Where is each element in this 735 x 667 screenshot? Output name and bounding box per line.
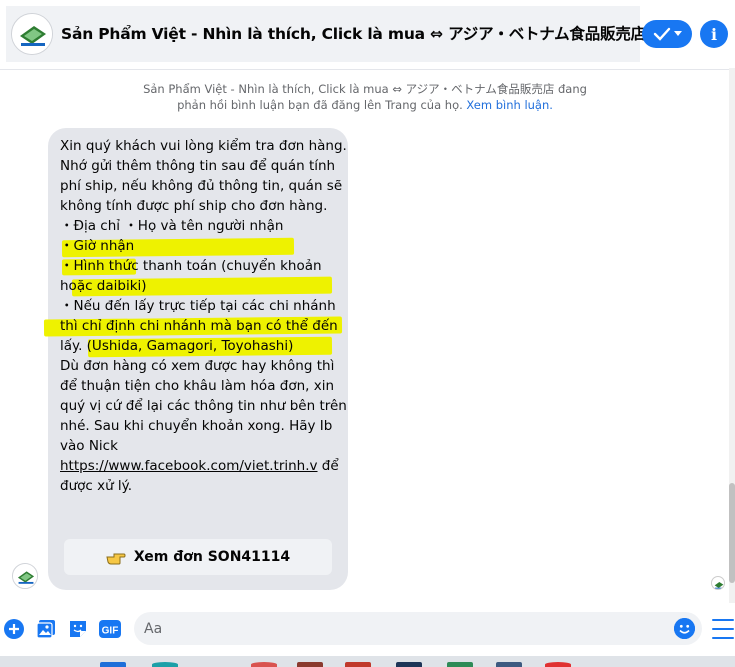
scrollbar-thumb[interactable] — [729, 483, 735, 583]
page-avatar[interactable] — [11, 13, 53, 55]
facebook-profile-link[interactable]: https://www.facebook.com/viet.trinh.v — [60, 458, 318, 474]
gif-label: GIF — [102, 626, 119, 637]
view-comment-link[interactable]: Xem bình luận. — [466, 98, 553, 112]
menu-icon-bar — [712, 637, 734, 639]
taskbar-app-icon[interactable] — [447, 662, 473, 667]
gif-icon: GIF — [99, 620, 121, 638]
add-button[interactable] — [4, 619, 24, 639]
page-logo — [13, 564, 37, 588]
taskbar-app-icon[interactable] — [100, 662, 126, 667]
scrollbar[interactable] — [729, 68, 735, 603]
taskbar-app-icon[interactable] — [251, 662, 277, 667]
message-item-pickup: ・Nếu đến lấy trực tiếp tại các chi nhánh… — [60, 298, 338, 354]
emoji-button[interactable] — [674, 618, 695, 639]
message-input[interactable] — [144, 618, 664, 640]
taskbar-app-icon[interactable] — [396, 662, 422, 667]
photo-button[interactable] — [36, 619, 56, 639]
page-logo — [12, 14, 52, 54]
page-title[interactable]: Sản Phẩm Việt - Nhìn là thích, Click là … — [61, 22, 646, 44]
mark-done-button[interactable] — [642, 20, 692, 48]
view-order-label: Xem đơn SON41114 — [133, 549, 291, 565]
message-outro: Dù đơn hàng có xem được hay không thì để… — [60, 356, 348, 496]
message-text: Xin quý khách vui lòng kiểm tra đơn hàng… — [60, 136, 348, 496]
menu-icon-bar — [712, 628, 734, 630]
message-intro: Xin quý khách vui lòng kiểm tra đơn hàng… — [60, 138, 347, 214]
message-item-time: ・Giờ nhận — [60, 238, 135, 254]
taskbar-app-icon[interactable] — [297, 662, 323, 667]
info-icon: i — [710, 24, 718, 44]
seen-avatar — [711, 576, 725, 590]
taskbar-app-icon[interactable] — [152, 662, 178, 667]
message-outro-text: Dù đơn hàng có xem được hay không thì để… — [60, 358, 347, 454]
taskbar-app-icon[interactable] — [545, 662, 571, 667]
message-item-address: ・Địa chỉ ・Họ và tên người nhận — [60, 218, 284, 234]
page-logo — [714, 582, 724, 589]
pointing-hand-icon — [106, 553, 126, 565]
info-button[interactable]: i — [700, 20, 728, 48]
menu-icon-bar — [712, 619, 734, 621]
checkmark-icon — [653, 27, 670, 41]
photo-icon — [36, 620, 55, 639]
chat-header: Sản Phẩm Việt - Nhìn là thích, Click là … — [0, 0, 735, 70]
sticker-icon — [70, 621, 86, 637]
menu-button[interactable] — [712, 619, 734, 639]
chevron-down-icon — [673, 31, 682, 36]
taskbar-app-icon[interactable] — [345, 662, 371, 667]
emoji-icon — [674, 618, 695, 639]
sender-avatar[interactable] — [12, 563, 38, 589]
message-item-payment: ・Hình thức thanh toán (chuyển khoản hoặc… — [60, 258, 322, 294]
message-input-box[interactable] — [134, 612, 702, 645]
gif-button[interactable]: GIF — [99, 619, 121, 639]
taskbar-app-icon[interactable] — [496, 662, 522, 667]
view-order-button[interactable]: Xem đơn SON41114 — [64, 539, 332, 575]
comment-reply-notice: Sản Phẩm Việt - Nhìn là thích, Click là … — [130, 81, 600, 113]
messenger-window: Sản Phẩm Việt - Nhìn là thích, Click là … — [0, 0, 735, 667]
add-icon — [4, 619, 24, 639]
sticker-button[interactable] — [68, 619, 88, 639]
